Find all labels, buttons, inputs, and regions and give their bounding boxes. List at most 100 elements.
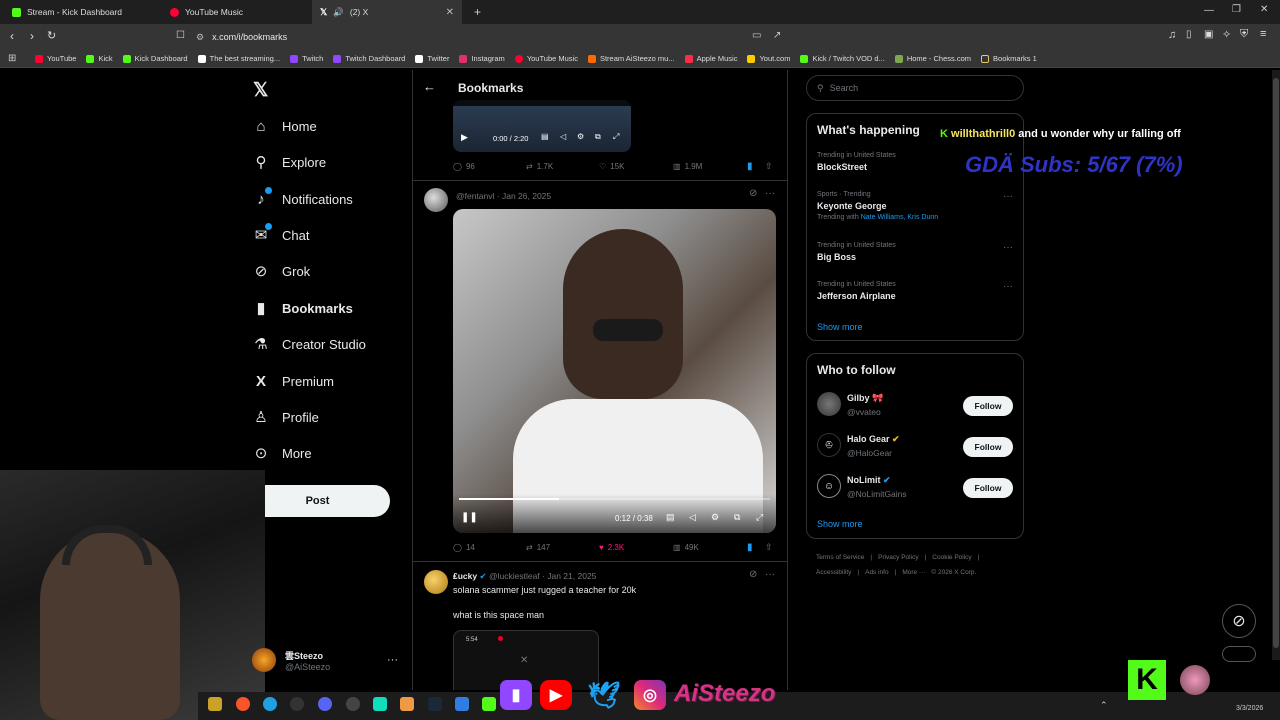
tab-x[interactable]: 𝕏 🔊 (2) X ✕ bbox=[312, 0, 462, 24]
bookmark-twitch[interactable]: Twitch bbox=[285, 54, 328, 63]
bookmark-streaming[interactable]: The best streaming... bbox=[193, 54, 285, 63]
bookmark-kick[interactable]: Kick bbox=[81, 54, 117, 63]
post-date[interactable]: · Jan 26, 2025 bbox=[497, 191, 551, 201]
share-icon[interactable]: ↗ bbox=[773, 30, 781, 41]
edge-icon[interactable] bbox=[263, 697, 277, 711]
bookmark-instagram[interactable]: Instagram bbox=[454, 54, 509, 63]
nolimit-logo-icon[interactable]: ☺ bbox=[817, 474, 841, 498]
show-more-link[interactable]: Show more bbox=[817, 322, 863, 332]
nav-home[interactable]: ⌂ Home bbox=[252, 117, 316, 135]
fullscreen-icon[interactable]: ⤢ bbox=[756, 512, 763, 523]
menu-icon[interactable]: ≡ bbox=[1260, 28, 1266, 40]
scrollbar-thumb[interactable] bbox=[1273, 78, 1279, 648]
grok-explain-icon[interactable]: ⊘ bbox=[749, 569, 757, 580]
settings-icon[interactable]: ⚙ bbox=[577, 132, 584, 141]
post-more-icon[interactable]: ··· bbox=[765, 188, 775, 199]
grok-explain-icon[interactable]: ⊘ bbox=[749, 188, 757, 199]
obs-icon[interactable] bbox=[346, 697, 360, 711]
brave-icon[interactable] bbox=[236, 697, 250, 711]
like-button[interactable]: ♡ 15K bbox=[599, 162, 624, 171]
follow-name[interactable]: Gilby 🎀 bbox=[847, 393, 883, 404]
nav-explore[interactable]: ⚲ Explore bbox=[252, 153, 327, 171]
nav-bookmarks[interactable]: ▮ Bookmarks bbox=[252, 299, 353, 317]
tab-kick-dashboard[interactable]: Stream - Kick Dashboard bbox=[4, 0, 160, 24]
follow-name[interactable]: Halo Gear ✔ bbox=[847, 434, 900, 445]
trend-more-icon[interactable]: ··· bbox=[1003, 242, 1013, 253]
leo-ai-icon[interactable]: ✧ bbox=[1222, 28, 1231, 41]
trend-item[interactable]: Trending in United States Jefferson Airp… bbox=[817, 281, 1017, 301]
bookmark-page-icon[interactable]: ☐ bbox=[176, 30, 185, 41]
pip-icon[interactable]: ⧉ bbox=[734, 512, 740, 523]
footer-link[interactable]: Privacy Policy bbox=[878, 554, 918, 561]
share-button[interactable]: ⇧ bbox=[765, 161, 773, 172]
messages-drawer-button[interactable] bbox=[1222, 646, 1256, 662]
avatar[interactable] bbox=[424, 570, 448, 594]
bookmark-twitter[interactable]: Twitter bbox=[410, 54, 454, 63]
show-more-link[interactable]: Show more bbox=[817, 519, 863, 529]
scrollbar[interactable] bbox=[1272, 70, 1280, 660]
tray-chevron-icon[interactable]: ⌃ bbox=[1100, 700, 1108, 711]
reply-button[interactable]: ◯ 14 bbox=[453, 543, 475, 552]
bookmark-stream-music[interactable]: Stream AiSteezo mu... bbox=[583, 54, 680, 63]
minimize-icon[interactable]: — bbox=[1204, 5, 1214, 16]
footer-link[interactable]: More ··· bbox=[902, 569, 925, 576]
avatar[interactable] bbox=[424, 188, 448, 212]
post-date[interactable]: · Jan 21, 2025 bbox=[542, 571, 596, 581]
fullscreen-icon[interactable]: ⤢ bbox=[613, 132, 619, 142]
nav-notifications[interactable]: ♪ Notifications bbox=[252, 187, 353, 208]
back-icon[interactable]: ‹ bbox=[10, 29, 14, 43]
avatar[interactable] bbox=[817, 392, 841, 416]
reply-button[interactable]: ◯ 96 bbox=[453, 162, 475, 171]
repost-button[interactable]: ⇄ 147 bbox=[526, 543, 550, 552]
footer-link[interactable]: Ads info bbox=[865, 569, 889, 576]
maximize-icon[interactable]: ❐ bbox=[1232, 4, 1241, 15]
app-icon[interactable] bbox=[373, 697, 387, 711]
close-tab-icon[interactable]: ✕ bbox=[446, 7, 454, 18]
follow-button[interactable]: Follow bbox=[963, 478, 1013, 498]
music-icon[interactable]: ♫ bbox=[1168, 29, 1176, 41]
video-player[interactable]: ▶ 0:00 / 2:20 ▤ ◁ ⚙ ⧉ ⤢ bbox=[453, 100, 631, 152]
bookmark-yout[interactable]: Yout.com bbox=[742, 54, 795, 63]
wallet-icon[interactable]: ▣ bbox=[1204, 29, 1213, 40]
bookmark-vod[interactable]: Kick / Twitch VOD d... bbox=[795, 54, 889, 63]
nav-profile[interactable]: ♙ Profile bbox=[252, 408, 319, 426]
video-player[interactable]: ❚❚ 0:12 / 0:38 ▤ ◁ ⚙ ⧉ ⤢ bbox=[453, 209, 776, 533]
follow-button[interactable]: Follow bbox=[963, 437, 1013, 457]
trend-item[interactable]: Trending in United States Big Boss bbox=[817, 242, 1017, 262]
steam-icon[interactable] bbox=[428, 697, 442, 711]
footer-link[interactable]: Accessibility bbox=[816, 569, 851, 576]
repost-button[interactable]: ⇄ 1.7K bbox=[526, 162, 553, 171]
bookmark-folder[interactable]: Bookmarks 1 bbox=[976, 54, 1042, 63]
bookmark-button[interactable]: ▮ bbox=[747, 161, 753, 172]
video-progress-track[interactable] bbox=[459, 498, 770, 500]
post-button[interactable]: Post bbox=[245, 485, 390, 517]
reload-icon[interactable]: ↻ bbox=[47, 29, 56, 42]
avatar[interactable] bbox=[252, 648, 276, 672]
pause-icon[interactable]: ❚❚ bbox=[461, 512, 478, 523]
captions-icon[interactable]: ▤ bbox=[541, 132, 549, 141]
nav-grok[interactable]: ⊘ Grok bbox=[252, 262, 310, 280]
post-handle[interactable]: @luckiestleaf bbox=[489, 571, 540, 581]
app-icon[interactable] bbox=[400, 697, 414, 711]
grok-float-icon[interactable]: ⊘ bbox=[1222, 604, 1256, 638]
trend-with-names[interactable]: Nate Williams, Kris Dunn bbox=[861, 214, 938, 221]
discord-icon[interactable] bbox=[318, 697, 332, 711]
nav-creator-studio[interactable]: ⚗ Creator Studio bbox=[252, 335, 366, 353]
vpn-icon[interactable]: ⛨ bbox=[1240, 28, 1248, 41]
play-icon[interactable]: ▶ bbox=[461, 132, 468, 143]
url-field[interactable]: ⚙ x.com/i/bookmarks bbox=[196, 28, 736, 46]
app-icon[interactable] bbox=[455, 697, 469, 711]
nav-premium[interactable]: X Premium bbox=[252, 372, 334, 390]
bookmark-apple-music[interactable]: Apple Music bbox=[680, 54, 743, 63]
app-icon[interactable] bbox=[290, 697, 304, 711]
file-explorer-icon[interactable] bbox=[208, 697, 222, 711]
halo-logo-icon[interactable]: ⛑ bbox=[817, 433, 841, 457]
kick-app-icon[interactable] bbox=[482, 697, 496, 711]
site-info-icon[interactable]: ⚙ bbox=[196, 32, 204, 43]
share-button[interactable]: ⇧ bbox=[765, 542, 773, 553]
follow-name[interactable]: NoLimit ✔ bbox=[847, 475, 891, 486]
trend-more-icon[interactable]: ··· bbox=[1003, 191, 1013, 202]
trend-more-icon[interactable]: ··· bbox=[1003, 281, 1013, 292]
search-input[interactable]: ⚲ Search bbox=[806, 75, 1024, 101]
views-button[interactable]: ▥ 49K bbox=[673, 543, 699, 552]
